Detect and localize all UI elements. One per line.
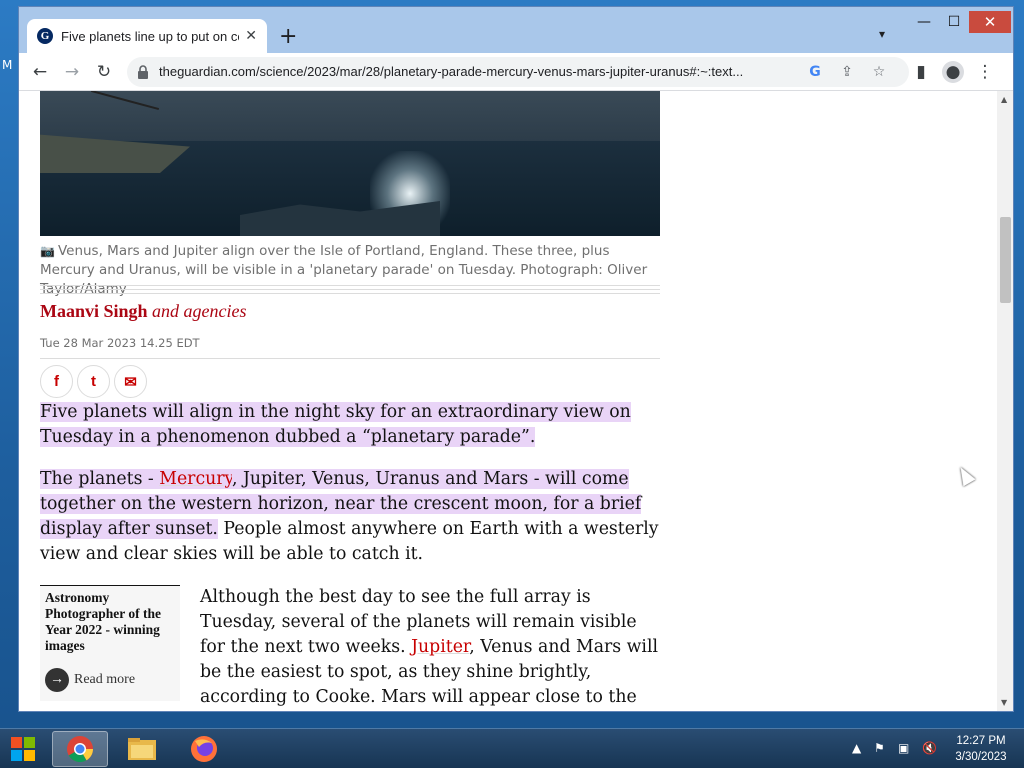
read-more-label: Read more bbox=[74, 672, 136, 687]
taskbar-file-explorer[interactable] bbox=[114, 731, 170, 767]
mercury-link[interactable]: Mercury bbox=[159, 469, 232, 489]
firefox-icon bbox=[191, 736, 217, 762]
volume-muted-icon[interactable]: 🔇 bbox=[922, 741, 937, 755]
hero-cliff bbox=[40, 134, 190, 173]
tab-search-chevron-icon[interactable]: ▾ bbox=[879, 27, 885, 41]
maximize-button[interactable]: ☐ bbox=[939, 11, 969, 33]
lock-icon bbox=[138, 65, 148, 79]
close-window-button[interactable]: ✕ bbox=[969, 11, 1011, 33]
hero-photo bbox=[40, 91, 660, 236]
divider bbox=[40, 289, 660, 290]
email-share-icon[interactable]: ✉ bbox=[114, 365, 147, 398]
desktop-icon-label[interactable]: M bbox=[2, 58, 12, 72]
read-more-link[interactable]: → Read more bbox=[45, 668, 175, 692]
scroll-down-arrow-icon[interactable]: ▼ bbox=[1001, 698, 1007, 707]
vertical-scrollbar[interactable]: ▲ ▼ bbox=[997, 91, 1013, 711]
divider bbox=[40, 285, 660, 286]
share-page-icon[interactable]: ⇪ bbox=[837, 62, 857, 82]
minimize-button[interactable]: — bbox=[909, 11, 939, 33]
clock-date: 3/30/2023 bbox=[955, 751, 1007, 763]
chrome-icon bbox=[67, 736, 94, 763]
divider bbox=[40, 293, 660, 294]
rich-link-title: Astronomy Photographer of the Year 2022 … bbox=[45, 590, 161, 653]
rich-link-card[interactable]: Astronomy Photographer of the Year 2022 … bbox=[40, 585, 180, 701]
reload-icon[interactable]: ↻ bbox=[93, 61, 115, 83]
facebook-share-icon[interactable]: f bbox=[40, 365, 73, 398]
browser-window: G Five planets line up to put on cel ✕ +… bbox=[18, 6, 1014, 712]
tab-strip: G Five planets line up to put on cel ✕ +… bbox=[19, 7, 1013, 53]
photo-caption: 📷 Venus, Mars and Jupiter align over the … bbox=[40, 242, 660, 299]
hero-crane bbox=[90, 91, 160, 111]
network-icon[interactable]: ▣ bbox=[898, 741, 909, 755]
address-bar[interactable]: theguardian.com/science/2023/mar/28/plan… bbox=[127, 57, 909, 87]
twitter-share-icon[interactable]: t bbox=[77, 365, 110, 398]
byline: Maanvi Singh and agencies bbox=[40, 301, 247, 322]
article-paragraph: The planets - Mercury, Jupiter, Venus, U… bbox=[40, 467, 660, 567]
taskbar: ▲ ⚑ ▣ 🔇 12:27 PM 3/30/2023 bbox=[0, 728, 1024, 768]
highlighted-text: The planets - bbox=[40, 469, 160, 489]
article-paragraph: Five planets will align in the night sky… bbox=[40, 400, 660, 450]
taskbar-firefox[interactable] bbox=[176, 731, 232, 767]
taskbar-chrome[interactable] bbox=[52, 731, 108, 767]
tab-close-icon[interactable]: ✕ bbox=[245, 28, 257, 44]
tab-title: Five planets line up to put on cel bbox=[61, 28, 240, 44]
side-panel-icon[interactable]: ▮ bbox=[910, 61, 932, 83]
tray-expand-icon[interactable]: ▲ bbox=[852, 741, 861, 755]
browser-tab[interactable]: G Five planets line up to put on cel ✕ bbox=[27, 19, 267, 53]
url-text[interactable]: theguardian.com/science/2023/mar/28/plan… bbox=[159, 64, 799, 79]
back-arrow-icon[interactable]: ← bbox=[29, 61, 51, 83]
folder-icon bbox=[128, 738, 156, 760]
new-tab-button[interactable]: + bbox=[279, 24, 297, 49]
browser-toolbar: ← → ↻ theguardian.com/science/2023/mar/2… bbox=[19, 53, 1013, 91]
page-viewport: 📷 Venus, Mars and Jupiter align over the … bbox=[19, 91, 1013, 711]
clock-time: 12:27 PM bbox=[956, 735, 1006, 747]
menu-kebab-icon[interactable]: ⋮ bbox=[974, 61, 996, 83]
windows-logo-icon bbox=[11, 737, 35, 761]
profile-avatar-icon[interactable]: ● bbox=[942, 61, 964, 83]
byline-agencies: and agencies bbox=[152, 301, 247, 321]
dateline: Tue 28 Mar 2023 14.25 EDT bbox=[40, 336, 200, 350]
jupiter-link[interactable]: Jupiter bbox=[411, 637, 469, 657]
guardian-favicon-icon: G bbox=[37, 28, 53, 44]
highlighted-text: Five planets will align in the night sky… bbox=[40, 402, 631, 447]
author-link[interactable]: Maanvi Singh bbox=[40, 301, 148, 321]
forward-arrow-icon[interactable]: → bbox=[61, 61, 83, 83]
clock[interactable]: 12:27 PM 3/30/2023 bbox=[946, 733, 1016, 765]
divider bbox=[40, 358, 660, 359]
bookmark-star-icon[interactable]: ☆ bbox=[869, 62, 889, 82]
start-button[interactable] bbox=[6, 733, 40, 765]
scroll-up-arrow-icon[interactable]: ▲ bbox=[1001, 95, 1007, 104]
scrollbar-thumb[interactable] bbox=[1000, 217, 1011, 303]
flag-icon[interactable]: ⚑ bbox=[874, 741, 885, 755]
article-paragraph: Although the best day to see the full ar… bbox=[200, 585, 660, 711]
google-lens-icon[interactable]: G bbox=[805, 62, 825, 82]
camera-icon: 📷 bbox=[40, 244, 55, 258]
arrow-right-icon: → bbox=[45, 668, 69, 692]
